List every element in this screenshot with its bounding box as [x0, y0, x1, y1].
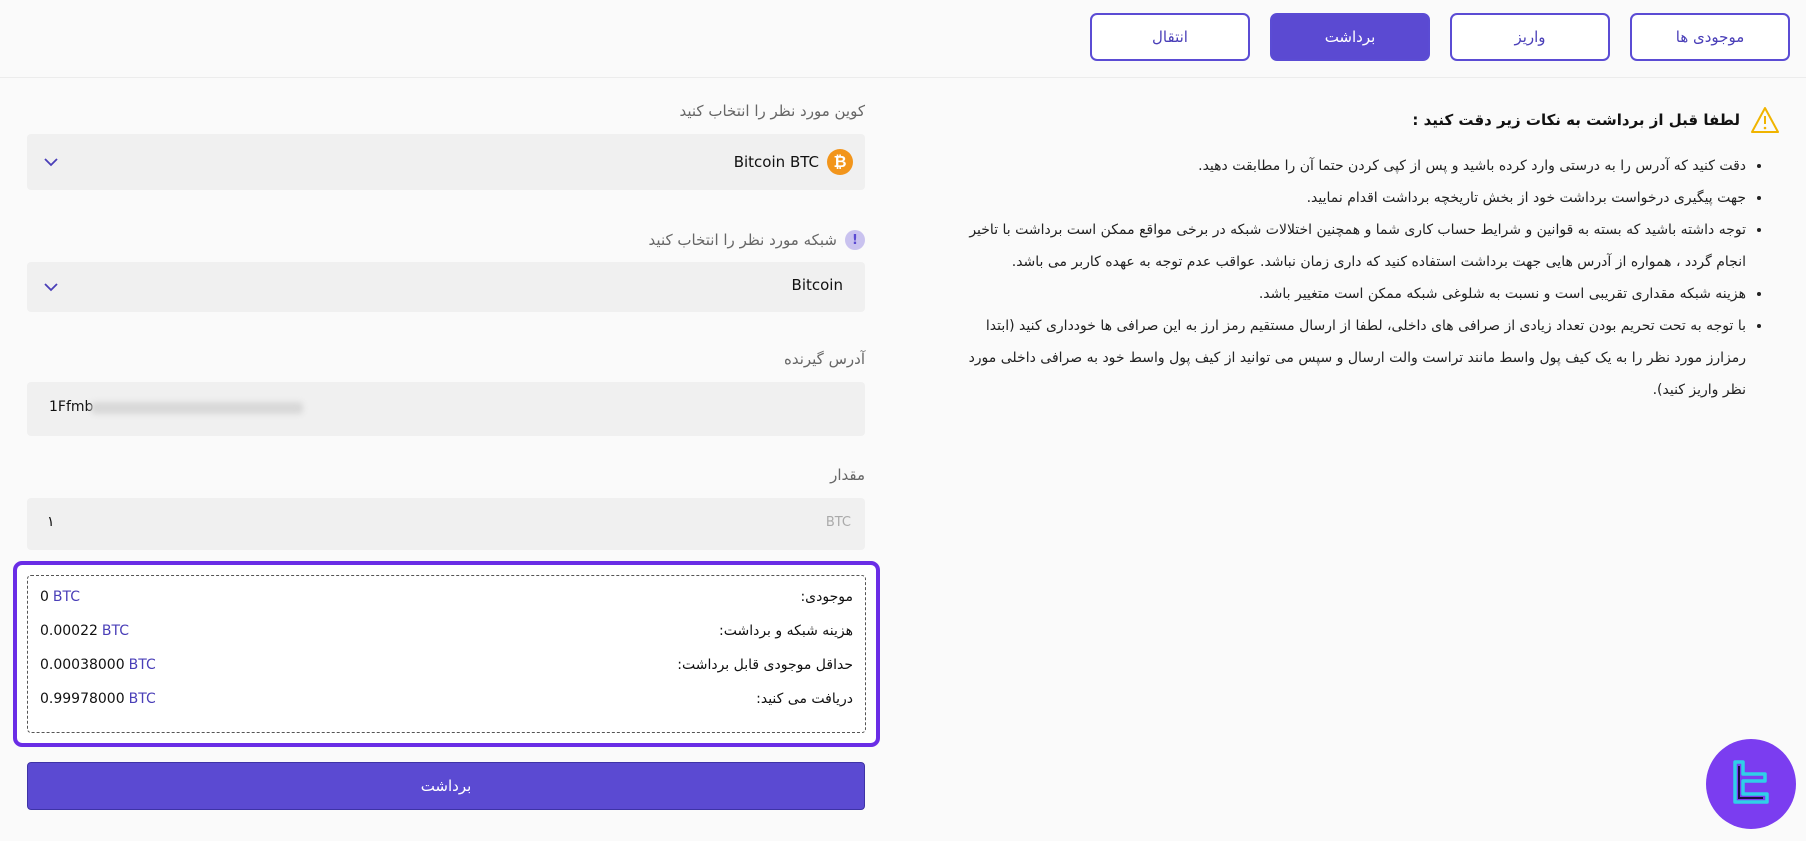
- brand-logo-glyph: [1733, 760, 1769, 804]
- receive-unit: BTC: [128, 691, 156, 707]
- note-item: هزینه شبکه مقداری تقریبی است و نسبت به ش…: [960, 278, 1746, 310]
- summary-receive-row: دریافت می کنید: 0.99978000 BTC: [28, 691, 865, 713]
- summary-fee-row: هزینه شبکه و برداشت: 0.00022 BTC: [28, 623, 865, 645]
- amount-label: مقدار: [830, 466, 865, 484]
- withdraw-summary: موجودی: 0 BTC هزینه شبکه و برداشت: 0.0002…: [13, 561, 880, 747]
- coin-name: Bitcoin: [733, 153, 786, 171]
- tab-transfer[interactable]: انتقال: [1090, 13, 1250, 61]
- selected-coin: Bitcoin BTC ₿: [734, 149, 853, 175]
- min-balance-unit: BTC: [128, 657, 156, 673]
- fee-unit: BTC: [101, 623, 130, 639]
- note-item: دقت کنید که آدرس را به درستی وارد کرده ب…: [960, 150, 1746, 182]
- note-item: توجه داشته باشید که بسته به قوانین و شرا…: [960, 214, 1746, 278]
- coin-select-label-text: کوین مورد نظر را انتخاب کنید: [679, 102, 865, 120]
- coin-symbol: BTC: [789, 153, 819, 171]
- fee-label: هزینه شبکه و برداشت:: [719, 623, 853, 639]
- withdraw-notes: لطفا قبل از برداشت به نکات زیر دقت کنید …: [960, 100, 1780, 406]
- warning-icon: [1751, 107, 1779, 133]
- balance-value: 0 BTC: [40, 589, 80, 605]
- address-label: آدرس گیرنده: [784, 350, 865, 368]
- summary-balance-row: موجودی: 0 BTC: [28, 589, 865, 611]
- balance-amount: 0: [40, 589, 49, 605]
- min-balance-label: حداقل موجودی قابل برداشت:: [677, 657, 853, 673]
- fee-value: 0.00022 BTC: [40, 623, 129, 639]
- min-balance-value: 0.00038000 BTC: [40, 657, 156, 673]
- info-icon[interactable]: !: [845, 230, 865, 250]
- withdraw-button[interactable]: برداشت: [27, 762, 865, 810]
- note-item: با توجه به تحت تحریم بودن تعداد زیادی از…: [960, 310, 1746, 406]
- address-input[interactable]: 1Ffmb: [27, 382, 865, 436]
- balance-label: موجودی:: [800, 589, 853, 605]
- note-item: جهت پیگیری درخواست برداشت خود از بخش تار…: [960, 182, 1746, 214]
- chevron-down-icon: [44, 283, 58, 292]
- receive-value: 0.99978000 BTC: [40, 691, 156, 707]
- fee-amount: 0.00022: [40, 623, 98, 639]
- receive-amount: 0.99978000: [40, 691, 125, 707]
- amount-input[interactable]: ۱ BTC: [27, 498, 865, 550]
- network-select[interactable]: Bitcoin: [27, 262, 865, 312]
- chevron-down-icon: [44, 158, 58, 167]
- brand-logo-icon: [1706, 739, 1796, 829]
- receive-label: دریافت می کنید:: [756, 691, 853, 707]
- network-select-label: ! شبکه مورد نظر را انتخاب کنید: [649, 230, 865, 250]
- notes-title-text: لطفا قبل از برداشت به نکات زیر دقت کنید …: [1412, 111, 1740, 129]
- amount-unit: BTC: [825, 515, 851, 530]
- top-tab-bar: موجودی ها واریز برداشت انتقال: [0, 0, 1806, 78]
- coin-select-label: کوین مورد نظر را انتخاب کنید: [679, 102, 865, 120]
- summary-min-row: حداقل موجودی قابل برداشت: 0.00038000 BTC: [28, 657, 865, 679]
- network-select-label-text: شبکه مورد نظر را انتخاب کنید: [648, 231, 837, 249]
- coin-select[interactable]: Bitcoin BTC ₿: [27, 134, 865, 190]
- notes-title: لطفا قبل از برداشت به نکات زیر دقت کنید …: [960, 100, 1780, 140]
- notes-list: دقت کنید که آدرس را به درستی وارد کرده ب…: [960, 150, 1780, 406]
- tab-withdraw[interactable]: برداشت: [1270, 13, 1430, 61]
- selected-network: Bitcoin: [792, 276, 843, 294]
- bitcoin-icon: ₿: [827, 149, 853, 175]
- address-value: 1Ffmb: [49, 399, 94, 415]
- address-blurred: [91, 402, 303, 414]
- address-label-text: آدرس گیرنده: [783, 350, 865, 368]
- tab-deposit[interactable]: واریز: [1450, 13, 1610, 61]
- network-value: Bitcoin: [791, 276, 843, 294]
- amount-label-text: مقدار: [830, 466, 865, 484]
- amount-value: ۱: [47, 514, 55, 530]
- tab-balances[interactable]: موجودی ها: [1630, 13, 1790, 61]
- min-balance-amount: 0.00038000: [40, 657, 125, 673]
- balance-unit: BTC: [52, 589, 81, 605]
- withdraw-summary-inner: موجودی: 0 BTC هزینه شبکه و برداشت: 0.0002…: [27, 575, 866, 733]
